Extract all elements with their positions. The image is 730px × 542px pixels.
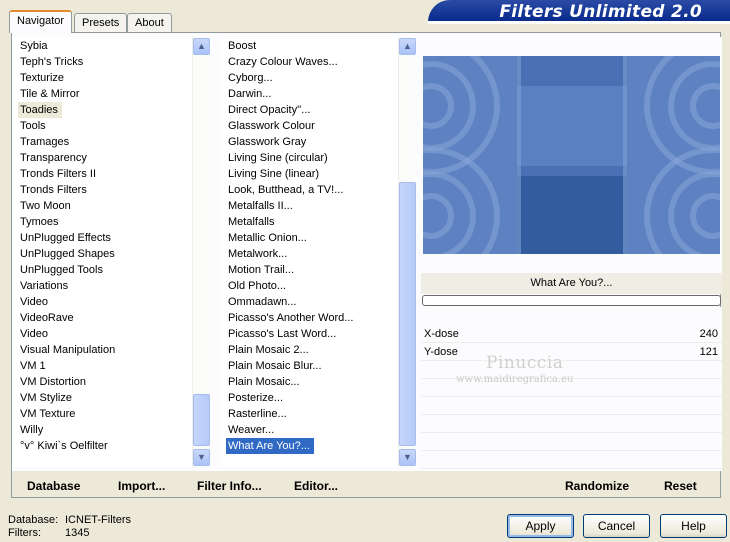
list-item[interactable]: Teph's Tricks	[12, 54, 83, 70]
list-item[interactable]: Tile & Mirror	[12, 86, 79, 102]
list-item[interactable]: Look, Butthead, a TV!...	[220, 182, 343, 198]
list-item[interactable]: Picasso's Last Word...	[220, 326, 336, 342]
tab-navigator[interactable]: Navigator	[9, 10, 73, 33]
scroll-up-icon[interactable]: ▲	[399, 38, 416, 55]
database-button[interactable]: Database	[27, 473, 80, 499]
list-item[interactable]: Tymoes	[12, 214, 59, 230]
param-label: Y-dose	[424, 346, 458, 358]
randomize-button[interactable]: Randomize	[565, 473, 629, 499]
scroll-down-icon[interactable]: ▼	[399, 449, 416, 466]
list-item[interactable]: Ommadawn...	[220, 294, 296, 310]
list-item[interactable]: UnPlugged Effects	[12, 230, 111, 246]
param-empty-row	[421, 416, 722, 433]
list-item[interactable]: VM Distortion	[12, 374, 86, 390]
status-filters-value: 1345	[65, 527, 90, 539]
list-item[interactable]: Plain Mosaic...	[220, 374, 300, 390]
preview-caption: What Are You?...	[421, 273, 722, 294]
list-item[interactable]: VM Stylize	[12, 390, 72, 406]
param-empty-row	[421, 398, 722, 415]
param-value: 240	[699, 328, 718, 340]
list-item[interactable]: Two Moon	[12, 198, 71, 214]
list-item[interactable]: Weaver...	[220, 422, 274, 438]
progress-bar	[422, 295, 721, 306]
list-item[interactable]: Tramages	[12, 134, 69, 150]
scroll-thumb[interactable]	[399, 182, 416, 446]
status-database-label: Database:	[8, 514, 59, 526]
apply-button[interactable]: Apply	[507, 514, 574, 538]
list-item[interactable]: Sybia	[12, 38, 48, 54]
param-value: 121	[699, 346, 718, 358]
app-title-banner: Filters Unlimited 2.0	[428, 0, 730, 24]
list-item[interactable]: Motion Trail...	[220, 262, 294, 278]
list-item[interactable]: Variations	[12, 278, 68, 294]
list-item[interactable]: Rasterline...	[220, 406, 287, 422]
category-scrollbar[interactable]: ▲ ▼	[192, 37, 210, 467]
list-item[interactable]: Metallic Onion...	[220, 230, 307, 246]
list-item[interactable]: Posterize...	[220, 390, 283, 406]
list-item[interactable]: Picasso's Another Word...	[220, 310, 353, 326]
list-item[interactable]: Living Sine (linear)	[220, 166, 319, 182]
list-item[interactable]: Plain Mosaic Blur...	[220, 358, 322, 374]
preview-image	[423, 56, 720, 254]
list-item[interactable]: Boost	[220, 38, 256, 54]
list-item[interactable]: VideoRave	[12, 310, 74, 326]
list-item[interactable]: Metalfalls	[220, 214, 274, 230]
list-item[interactable]: Glasswork Gray	[220, 134, 306, 150]
tab-about[interactable]: About	[127, 13, 172, 32]
list-item[interactable]: Tronds Filters II	[12, 166, 96, 182]
list-item[interactable]: Toadies	[18, 102, 62, 118]
watermark-url: www.maidiregrafica.eu	[456, 374, 574, 385]
editor-button[interactable]: Editor...	[294, 473, 338, 499]
list-item[interactable]: Willy	[12, 422, 43, 438]
watermark-name: Pinuccia	[486, 353, 564, 373]
param-label: X-dose	[424, 328, 459, 340]
param-empty-row	[421, 452, 722, 469]
list-item[interactable]: Plain Mosaic 2...	[220, 342, 309, 358]
param-x-dose[interactable]: X-dose 240	[421, 326, 722, 343]
cancel-button[interactable]: Cancel	[583, 514, 650, 538]
list-item[interactable]: VM Texture	[12, 406, 75, 422]
list-item[interactable]: Direct Opacity''...	[220, 102, 310, 118]
list-item[interactable]: Texturize	[12, 70, 64, 86]
list-item[interactable]: Visual Manipulation	[12, 342, 115, 358]
param-empty-row	[421, 434, 722, 451]
scroll-down-icon[interactable]: ▼	[193, 449, 210, 466]
category-list[interactable]: Sybia Teph's Tricks Texturize Tile & Mirror…	[12, 37, 192, 467]
list-item[interactable]: Glasswork Colour	[220, 118, 315, 134]
list-item[interactable]: VM 1	[12, 358, 46, 374]
list-item[interactable]: Living Sine (circular)	[220, 150, 328, 166]
tab-presets[interactable]: Presets	[74, 13, 128, 32]
list-item[interactable]: Video	[12, 326, 48, 342]
list-item[interactable]: What Are You?...	[226, 438, 314, 454]
list-item[interactable]: Transparency	[12, 150, 87, 166]
help-button[interactable]: Help	[660, 514, 727, 538]
list-item[interactable]: Video	[12, 294, 48, 310]
param-y-dose[interactable]: Y-dose 121	[421, 344, 722, 361]
list-item[interactable]: Tronds Filters	[12, 182, 87, 198]
list-item[interactable]: Old Photo...	[220, 278, 286, 294]
status-database-value: ICNET-Filters	[65, 514, 131, 526]
list-item[interactable]: °v° Kiwi`s Oelfilter	[12, 438, 108, 454]
list-item[interactable]: UnPlugged Shapes	[12, 246, 115, 262]
scroll-thumb[interactable]	[193, 394, 210, 446]
list-item[interactable]: Crazy Colour Waves...	[220, 54, 338, 70]
list-item[interactable]: Metalwork...	[220, 246, 287, 262]
scroll-up-icon[interactable]: ▲	[193, 38, 210, 55]
list-item[interactable]: Metalfalls II...	[220, 198, 293, 214]
list-item[interactable]: Darwin...	[220, 86, 271, 102]
list-item[interactable]: Tools	[12, 118, 46, 134]
preview-top-band	[423, 37, 720, 56]
list-item[interactable]: Cyborg...	[220, 70, 273, 86]
import-button[interactable]: Import...	[118, 473, 165, 499]
list-item[interactable]: UnPlugged Tools	[12, 262, 103, 278]
filter-info-button[interactable]: Filter Info...	[197, 473, 262, 499]
filter-scrollbar[interactable]: ▲ ▼	[398, 37, 416, 467]
status-filters-label: Filters:	[8, 527, 41, 539]
filter-list[interactable]: Boost Crazy Colour Waves... Cyborg... Darwi…	[220, 37, 398, 467]
reset-button[interactable]: Reset	[664, 473, 697, 499]
